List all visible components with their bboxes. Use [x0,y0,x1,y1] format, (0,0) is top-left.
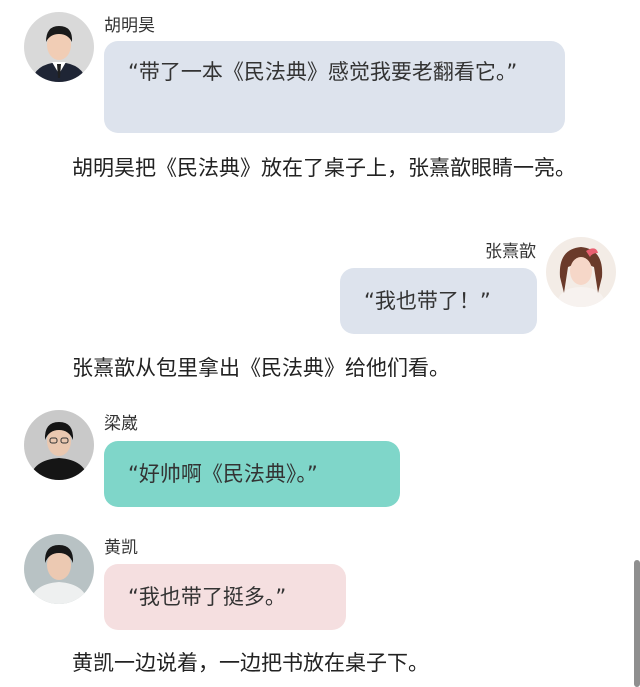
speaker-name-huangkai: 黄凯 [104,538,138,558]
female-avatar-icon [546,237,616,307]
message-bubble-liangwei[interactable]: “好帅啊《民法典》。” [104,441,400,507]
speaker-name-zhangxixin: 张熹歆 [485,242,536,262]
speaker-name-liangwei: 梁崴 [104,414,138,434]
avatar-huminghao[interactable] [24,12,94,82]
avatar-zhangxixin[interactable] [546,237,616,307]
narration-paragraph: 黄凯一边说着，一边把书放在桌子下。 [72,651,429,675]
male-avatar-suit-icon [24,12,94,82]
speaker-name-huminghao: 胡明昊 [104,16,155,36]
scrollbar[interactable] [634,560,640,687]
message-bubble-zhangxixin[interactable]: “我也带了！” [340,268,537,334]
avatar-huangkai[interactable] [24,534,94,604]
male-avatar-white-shirt-icon [24,534,94,604]
narration-paragraph: 张熹歆从包里拿出《民法典》给他们看。 [72,356,450,380]
message-bubble-huangkai[interactable]: “我也带了挺多。” [104,564,346,630]
message-bubble-huminghao[interactable]: “带了一本《民法典》感觉我要老翻看它。” [104,41,565,133]
narration-paragraph: 胡明昊把《民法典》放在了桌子上，张熹歆眼睛一亮。 [72,156,576,180]
male-avatar-dark-icon [24,410,94,480]
avatar-liangwei[interactable] [24,410,94,480]
